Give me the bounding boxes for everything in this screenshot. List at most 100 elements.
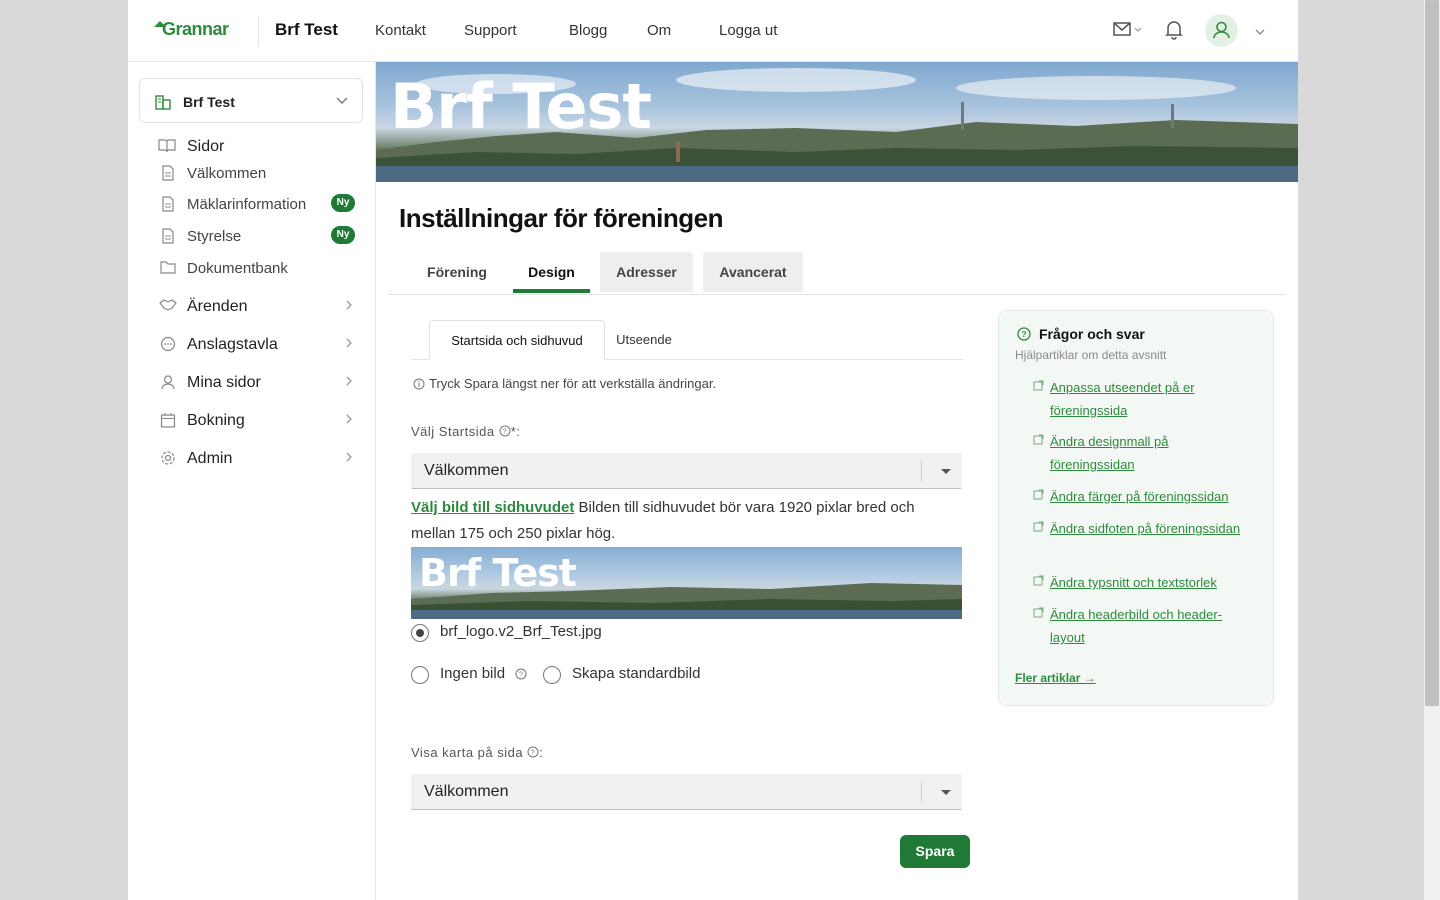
svg-text:?: ? [503,429,507,436]
help-link[interactable]: Ändra sidfoten på föreningssidan [1050,517,1255,540]
subtab-startsida[interactable]: Startsida och sidhuvud [429,320,605,360]
subtab-utseende[interactable]: Utseende [611,320,677,360]
chevron-down-icon[interactable] [1254,24,1266,42]
help-circle-icon[interactable]: ? [527,746,539,758]
radio-no-image[interactable] [411,666,429,684]
sidebar-item-styrelse[interactable]: Styrelse Ny [128,224,376,250]
building-icon [155,95,171,110]
tab-adresser[interactable]: Adresser [600,252,693,292]
sidebar-item-label: Dokumentbank [187,260,288,277]
chat-icon [160,336,176,352]
external-link-icon [1033,521,1044,532]
chevron-right-icon [346,414,352,424]
help-link[interactable]: Ändra färger på föreningssidan [1050,485,1255,508]
help-link[interactable]: Ändra designmall på föreningssidan [1050,430,1255,476]
house-roof-icon [154,21,166,27]
more-articles-link[interactable]: Fler artiklar → [1015,671,1096,685]
thumbnail-title: Brf Test [419,551,577,595]
help-subtitle: Hjälpartiklar om detta avsnitt [1015,348,1167,362]
caret-down-icon [941,790,951,795]
folder-icon [160,261,176,274]
calendar-icon [160,413,176,428]
nav-blogg[interactable]: Blogg [569,22,607,39]
default-image-label: Skapa standardbild [572,665,701,682]
mail-icon[interactable] [1113,20,1143,45]
sidebar-item-sidor[interactable]: Sidor [128,134,376,160]
sidebar-item-label: Anslagstavla [187,336,278,353]
sidebar-item-label: Styrelse [187,228,242,245]
document-icon [162,165,174,181]
radio-default-image[interactable] [543,666,561,684]
startpage-label: Välj Startsida ? *: [411,424,521,439]
settings-tabs: Förening Design Adresser Avancerat [388,252,1286,295]
sidebar-item-valkommen[interactable]: Välkommen [128,161,376,187]
book-icon [158,139,176,153]
sidebar-item-label: Mäklarinformation [187,196,307,213]
tab-avancerat[interactable]: Avancerat [703,252,803,292]
external-link-icon [1033,489,1044,500]
svg-text:?: ? [519,672,523,679]
external-link-icon [1033,575,1044,586]
help-title: Frågor och svar [1039,326,1145,342]
sidebar-item-label: Mina sidor [187,374,261,391]
map-page-value: Välkommen [424,783,509,800]
help-link[interactable]: Ändra typsnitt och textstorlek [1050,571,1255,594]
top-navbar: Grannar Brf Test Kontakt Support Blogg O… [128,0,1298,62]
scrollbar-thumb[interactable] [1425,0,1439,706]
caret-down-icon [941,469,951,474]
new-badge: Ny [331,194,355,212]
sidebar-item-dokumentbank[interactable]: Dokumentbank [128,256,376,282]
org-selector[interactable]: Brf Test [139,78,363,123]
info-icon [413,378,425,390]
handshake-icon [159,299,177,311]
help-circle-icon[interactable]: ? [515,668,527,680]
save-button[interactable]: Spara [900,835,970,868]
nav-logga-ut[interactable]: Logga ut [719,22,777,39]
sidebar-item-label: Admin [187,450,233,467]
sidebar-item-anslagstavla[interactable]: Anslagstavla [128,332,376,358]
help-link[interactable]: Anpassa utseendet på er föreningssida [1050,376,1255,422]
nav-support[interactable]: Support [464,22,517,39]
nav-om[interactable]: Om [647,22,671,39]
radio-current-image[interactable] [411,624,429,642]
startpage-value: Välkommen [424,462,509,479]
chevron-right-icon [346,338,352,348]
startpage-select[interactable]: Välkommen [411,453,962,489]
external-link-icon [1033,380,1044,391]
select-divider [921,460,922,482]
sidebar-item-bokning[interactable]: Bokning [128,408,376,434]
save-info-text: Tryck Spara längst ner för att verkställ… [429,376,717,391]
chevron-right-icon [346,376,352,386]
tab-forening[interactable]: Förening [412,252,502,292]
help-link[interactable]: Ändra headerbild och header-layout [1050,603,1255,649]
chevron-right-icon [346,452,352,462]
help-circle-icon[interactable]: ? [499,425,511,437]
site-name[interactable]: Brf Test [275,20,338,40]
user-icon [161,375,175,390]
banner-title: Brf Test [390,70,652,143]
bell-icon[interactable] [1165,20,1183,45]
nav-kontakt[interactable]: Kontakt [375,22,426,39]
chevron-down-icon [336,97,348,104]
map-page-select[interactable]: Välkommen [411,774,962,810]
sidebar-item-maklarinformation[interactable]: Mäklarinformation Ny [128,192,376,218]
question-circle-icon: ? [1017,327,1031,341]
current-image-filename: brf_logo.v2_Brf_Test.jpg [440,623,602,640]
svg-text:?: ? [1021,329,1026,339]
user-avatar[interactable] [1205,14,1238,47]
scrollbar[interactable] [1424,0,1440,900]
sidebar: Brf Test Sidor Välkommen Mäklarinformati… [128,62,376,900]
page-title: Inställningar för föreningen [399,203,724,233]
sidebar-item-label: Välkommen [187,165,267,182]
sidebar-item-mina-sidor[interactable]: Mina sidor [128,370,376,396]
sidebar-item-admin[interactable]: Admin [128,446,376,472]
choose-header-image-link[interactable]: Välj bild till sidhuvudet [411,499,574,516]
document-icon [162,196,174,212]
map-label: Visa karta på sida ?: [411,745,544,760]
tab-design[interactable]: Design [513,252,590,293]
external-link-icon [1033,434,1044,445]
grannar-logo[interactable]: Grannar [154,19,229,40]
document-icon [162,228,174,244]
chevron-right-icon [346,300,352,310]
sidebar-item-arenden[interactable]: Ärenden [128,294,376,320]
